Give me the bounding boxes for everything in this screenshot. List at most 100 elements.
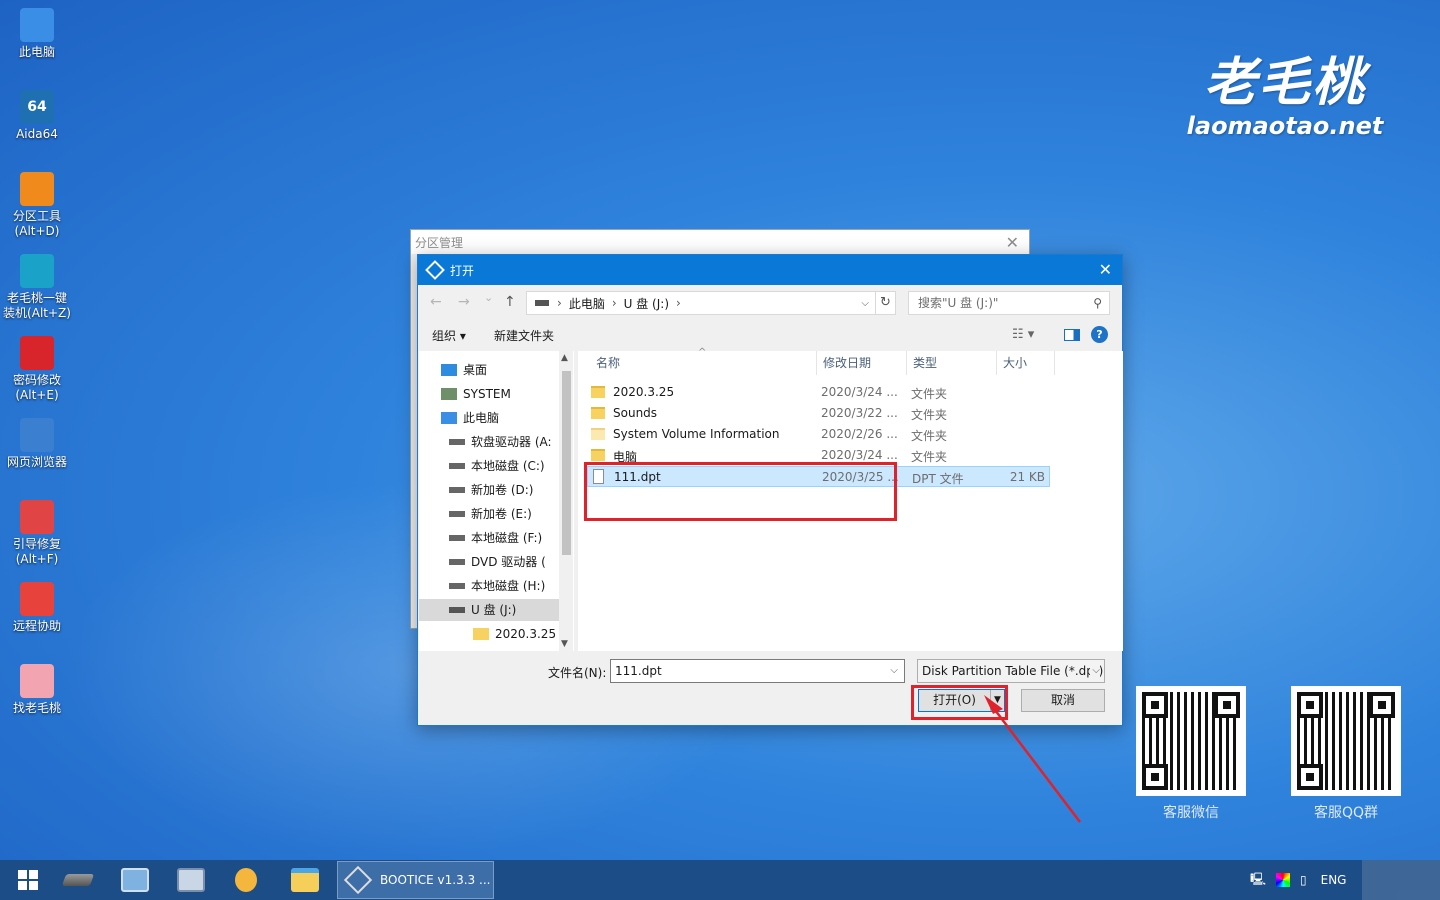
desktop-shortcut[interactable]: 远程协助 <box>2 582 72 634</box>
desktop-shortcut[interactable]: 64 Aida64 <box>2 90 72 142</box>
desktop-shortcut-label: 网页浏览器 <box>6 455 67 469</box>
file-row[interactable]: 2020.3.25 2020/3/24 ... 文件夹 <box>587 382 1050 403</box>
usb-eject-icon[interactable]: ▯ <box>1300 873 1307 887</box>
start-button[interactable] <box>0 860 56 900</box>
column-header-name[interactable]: 名称 <box>590 351 817 375</box>
logo-brand-text: 老毛桃 <box>1203 52 1366 113</box>
nav-tree-item[interactable]: 软盘驱动器 (A: <box>419 431 559 453</box>
nav-tree-label: SYSTEM <box>463 387 511 401</box>
desktop-shortcut[interactable]: 此电脑 <box>2 8 72 60</box>
column-header-size[interactable]: 大小 <box>997 351 1055 375</box>
up-arrow-icon[interactable]: ↑ <box>504 294 516 310</box>
install-icon <box>20 254 54 288</box>
nav-tree-item[interactable]: 新加卷 (D:) <box>419 479 559 501</box>
close-icon[interactable]: ✕ <box>1006 233 1019 252</box>
nav-tree-item[interactable]: SYSTEM <box>419 383 559 405</box>
nav-tree-item[interactable]: 桌面 <box>419 359 559 381</box>
nav-tree-label: 2020.3.25 <box>495 627 557 641</box>
drive-icon <box>449 463 465 469</box>
desktop-shortcut[interactable]: 密码修改 (Alt+E) <box>2 336 72 403</box>
scroll-up-icon[interactable]: ▲ <box>561 353 568 363</box>
help-icon[interactable]: ? <box>1091 326 1108 343</box>
folder-icon <box>591 407 605 419</box>
chevron-down-icon[interactable]: ⌵ <box>1090 660 1100 682</box>
folder-icon <box>591 449 605 461</box>
nav-tree-item[interactable]: U 盘 (J:) <box>419 599 559 621</box>
navigation-scrollbar[interactable]: ▲ ▼ <box>559 351 573 651</box>
browser-icon <box>20 418 54 452</box>
taskbar-active-app[interactable]: BOOTICE v1.3.3 ... <box>337 861 494 899</box>
view-options-icon[interactable]: ☷ ▾ <box>1012 327 1034 342</box>
breadcrumb-item[interactable]: U 盘 (J:) <box>624 295 669 312</box>
navigation-pane[interactable]: 桌面 SYSTEM 此电脑软盘驱动器 (A: 本地磁盘 (C:) 新加卷 (D:) 新加卷… <box>419 351 574 651</box>
organize-button[interactable]: 组织 ▾ <box>432 327 466 344</box>
chevron-down-icon[interactable]: ⌵ <box>861 298 869 309</box>
desktop-shortcut[interactable]: 找老毛桃 <box>2 664 72 716</box>
dialog-titlebar[interactable]: 打开 ✕ <box>418 255 1122 285</box>
taskbar-file-explorer-icon[interactable] <box>277 860 333 900</box>
remote-assist-icon <box>20 582 54 616</box>
desktop-shortcut[interactable]: 引导修复 (Alt+F) <box>2 500 72 567</box>
show-desktop-button[interactable] <box>1362 860 1440 900</box>
chevron-right-icon: › <box>676 296 681 310</box>
filetype-select[interactable]: Disk Partition Table File (*.dpt) ⌵ <box>917 659 1105 683</box>
nav-tree-item[interactable]: 本地磁盘 (H:) <box>419 575 559 597</box>
nav-tree-item[interactable]: 此电脑 <box>419 407 559 429</box>
highlight-selected-file <box>584 462 897 521</box>
desktop-shortcut[interactable]: 分区工具 (Alt+D) <box>2 172 72 239</box>
cancel-button[interactable]: 取消 <box>1021 689 1105 712</box>
back-arrow-icon[interactable]: ← <box>430 294 442 310</box>
nav-tree-item[interactable]: 本地磁盘 (C:) <box>419 455 559 477</box>
desktop-shortcut[interactable]: 老毛桃一键 装机(Alt+Z) <box>2 254 72 321</box>
dvd-icon <box>449 559 465 565</box>
qr-label: 客服QQ群 <box>1313 805 1379 821</box>
nav-tree-label: U 盘 (J:) <box>471 603 517 617</box>
network-icon[interactable]: 🖳 <box>1250 870 1266 891</box>
folder-icon <box>591 428 605 440</box>
app-icon <box>425 260 445 280</box>
chevron-down-icon[interactable]: ⌵ <box>890 660 898 682</box>
open-file-dialog: 打开 ✕ ← → ⌄ ↑ › 此电脑 › U 盘 (J:) › ⌵ ↻ 搜索"U… <box>417 254 1123 726</box>
close-icon[interactable]: ✕ <box>1099 260 1112 279</box>
nav-tree-item[interactable]: 新加卷 (E:) <box>419 503 559 525</box>
column-header-type[interactable]: 类型 <box>907 351 997 375</box>
file-type: 文件夹 <box>911 408 948 422</box>
nav-tree-label: 本地磁盘 (F:) <box>471 531 543 545</box>
breadcrumb-item[interactable]: 此电脑 <box>569 295 605 312</box>
file-row[interactable]: System Volume Information 2020/2/26 ... 文件… <box>587 424 1050 445</box>
usb-icon <box>449 607 465 613</box>
filename-input[interactable]: 111.dpt ⌵ <box>610 659 905 683</box>
windows-start-icon <box>18 870 38 890</box>
forward-arrow-icon[interactable]: → <box>458 294 470 310</box>
search-input[interactable]: 搜索"U 盘 (J:)" ⚲ <box>908 291 1110 315</box>
color-tool-icon[interactable] <box>1276 873 1291 887</box>
nav-tree-label: 软盘驱动器 (A: <box>471 435 552 449</box>
command-bar: 组织 ▾ 新建文件夹 ☷ ▾ ? <box>418 323 1122 347</box>
taskbar-ram-icon[interactable] <box>50 860 106 900</box>
taskbar-monitor-icon[interactable] <box>107 860 163 900</box>
taskbar-keyboard-icon[interactable] <box>163 860 219 900</box>
user-icon <box>441 388 457 400</box>
scroll-down-icon[interactable]: ▼ <box>561 639 568 649</box>
nav-tree-label: 新加卷 (E:) <box>471 507 532 521</box>
taskbar-search-tool-icon[interactable] <box>218 860 274 900</box>
refresh-icon[interactable]: ↻ <box>875 292 895 314</box>
file-date: 2020/3/24 ... <box>821 448 898 462</box>
new-folder-button[interactable]: 新建文件夹 <box>494 327 554 344</box>
address-bar[interactable]: › 此电脑 › U 盘 (J:) › ⌵ ↻ <box>526 291 896 315</box>
scrollbar-thumb[interactable] <box>562 371 571 555</box>
boot-repair-icon <box>20 500 54 534</box>
computer-icon <box>20 8 54 42</box>
column-header-date[interactable]: 修改日期 <box>817 351 907 375</box>
file-row[interactable]: Sounds 2020/3/22 ... 文件夹 <box>587 403 1050 424</box>
desktop-shortcut-label: 密码修改 (Alt+E) <box>12 373 61 402</box>
nav-tree-label: 桌面 <box>463 363 488 377</box>
recent-locations-icon[interactable]: ⌄ <box>484 291 493 304</box>
drive-icon <box>449 535 465 541</box>
preview-pane-icon[interactable] <box>1064 329 1080 341</box>
desktop-shortcut[interactable]: 网页浏览器 <box>2 418 72 470</box>
nav-tree-item[interactable]: 本地磁盘 (F:) <box>419 527 559 549</box>
language-indicator[interactable]: ENG <box>1321 873 1347 887</box>
nav-tree-item[interactable]: DVD 驱动器 ( <box>419 551 559 573</box>
nav-tree-item[interactable]: 2020.3.25 <box>419 623 559 645</box>
